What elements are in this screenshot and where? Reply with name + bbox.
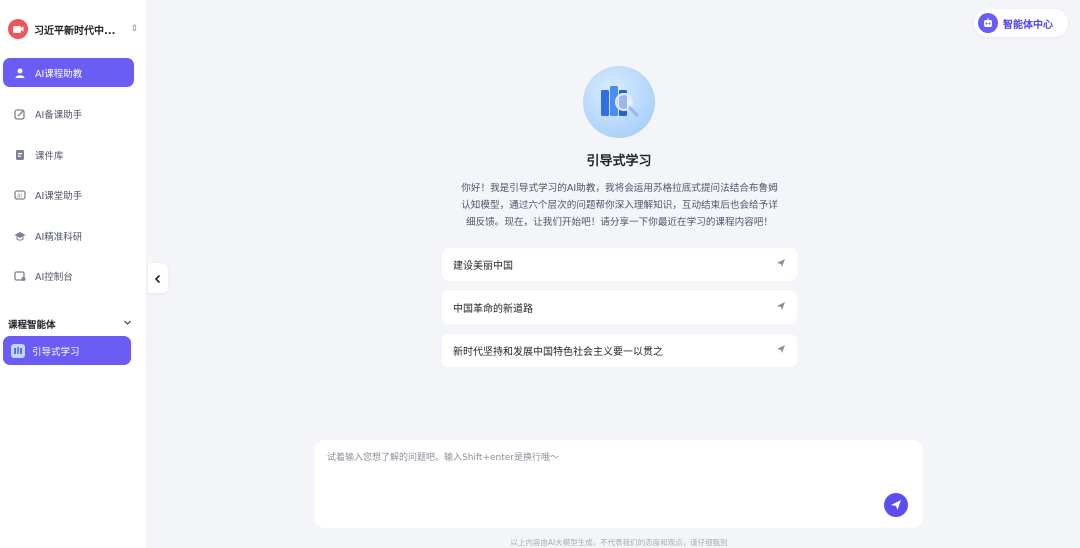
chat-input[interactable] (327, 450, 887, 500)
intro-line: 你好！我是引导式学习的AI助教，我将会运用苏格拉底式提问法结合布鲁姆 (461, 183, 778, 194)
nav-label: AI精准科研 (35, 231, 83, 243)
nav-item-courseware[interactable]: 课件库 (3, 140, 134, 169)
collapse-sidebar-button[interactable] (148, 263, 168, 293)
page-title: 引导式学习 (586, 154, 652, 169)
svg-text:AI: AI (17, 193, 22, 199)
nav-label: AI控制台 (35, 271, 73, 283)
agent-label: 引导式学习 (32, 346, 80, 358)
workspace-title: 习近平新时代中... (34, 25, 116, 37)
send-icon (776, 344, 786, 357)
user-icon (14, 67, 26, 79)
guided-learning-books-icon (583, 66, 655, 138)
send-icon (776, 258, 786, 271)
nav-item-ai-research[interactable]: AI精准科研 (3, 221, 134, 250)
course-agents-section[interactable]: 课程智能体 (8, 316, 132, 332)
ai-chip-icon: AI (14, 189, 26, 201)
nav-item-ai-course-assistant[interactable]: AI课程助教 (3, 58, 134, 87)
sidebar: 习近平新时代中... ⇕ AI课程助教 AI备课助手 课件库 AI AI课堂助手… (0, 0, 146, 548)
suggestion-item[interactable]: 建设美丽中国 (442, 248, 797, 281)
nav-item-ai-classroom[interactable]: AI AI课堂助手 (3, 180, 134, 209)
suggestion-item[interactable]: 中国革命的新道路 (442, 291, 797, 324)
console-icon (14, 270, 26, 282)
send-button[interactable] (884, 493, 908, 517)
agent-center-button[interactable]: 智能体中心 (974, 9, 1068, 37)
chevron-left-icon (154, 269, 162, 288)
workspace-switcher[interactable]: 习近平新时代中... ⇕ (8, 16, 138, 42)
switch-arrows-icon[interactable]: ⇕ (130, 24, 138, 34)
intro-line: 认知模型，通过六个层次的问题帮你深入理解知识，互动结束后也会给予详 (461, 200, 778, 211)
ai-disclaimer: 以上内容由AI大模型生成，不代表我们的态度和观点，谨仔细甄别 (510, 538, 728, 547)
intro-line: 细反馈。现在，让我们开始吧！请分享一下你最近在学习的课程内容吧！ (466, 217, 773, 228)
nav-label: AI课堂助手 (35, 190, 83, 202)
suggestion-text: 中国革命的新道路 (453, 304, 533, 315)
nav-label: 课件库 (35, 150, 64, 162)
send-icon (776, 301, 786, 314)
suggestion-text: 新时代坚持和发展中国特色社会主义要一以贯之 (453, 347, 663, 358)
nav-item-ai-console[interactable]: AI控制台 (3, 261, 134, 290)
agent-center-label: 智能体中心 (1003, 19, 1053, 31)
file-icon (14, 149, 26, 161)
course-logo-icon (8, 19, 28, 39)
agent-item-guided-learning[interactable]: 引导式学习 (3, 336, 131, 365)
intro-text: 你好！我是引导式学习的AI助教，我将会运用苏格拉底式提问法结合布鲁姆 认知模型，… (443, 180, 796, 234)
suggestion-text: 建设美丽中国 (453, 261, 513, 272)
suggestion-item[interactable]: 新时代坚持和发展中国特色社会主义要一以贯之 (442, 334, 797, 367)
pencil-icon (14, 108, 26, 120)
agent-avatar-icon (11, 343, 25, 358)
robot-icon (978, 13, 998, 33)
nav-label: AI课程助教 (35, 68, 83, 80)
chevron-down-icon[interactable] (123, 318, 132, 330)
section-title: 课程智能体 (8, 320, 56, 331)
nav-item-ai-prep-assistant[interactable]: AI备课助手 (3, 99, 134, 128)
graduation-cap-icon (14, 230, 26, 242)
chat-composer (315, 440, 923, 528)
nav-label: AI备课助手 (35, 109, 83, 121)
paper-plane-icon (890, 496, 902, 515)
